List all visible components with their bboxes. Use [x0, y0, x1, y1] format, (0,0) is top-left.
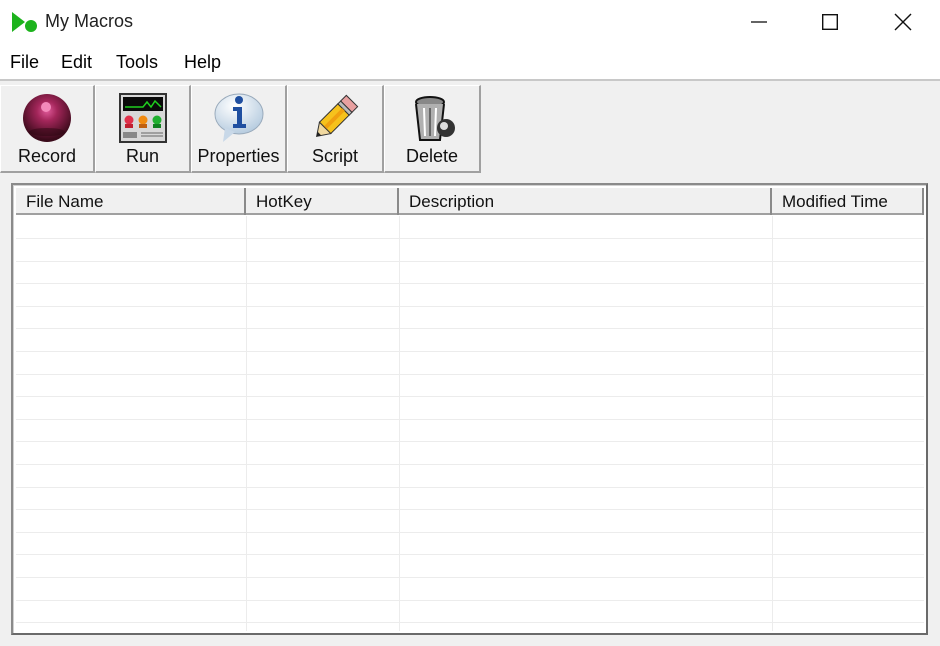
row-gridline [16, 419, 924, 420]
column-header-hotkey[interactable]: HotKey [246, 188, 399, 215]
script-button[interactable]: Script [287, 85, 384, 173]
record-label: Record [17, 146, 77, 166]
menu-tools[interactable]: Tools [116, 52, 158, 73]
column-header-description[interactable]: Description [399, 188, 772, 215]
column-gridline [246, 216, 247, 631]
toolbar: Record Run Properties Script Delete [0, 81, 940, 176]
menu-edit[interactable]: Edit [61, 52, 92, 73]
row-gridline [16, 306, 924, 307]
trash-icon [415, 96, 455, 141]
list-body [16, 216, 924, 631]
row-gridline [16, 509, 924, 510]
row-gridline [16, 238, 924, 239]
row-gridline [16, 283, 924, 284]
list-header: File Name HotKey Description Modified Ti… [16, 188, 924, 215]
script-label: Script [311, 146, 358, 166]
record-icon [23, 94, 71, 142]
row-gridline [16, 441, 924, 442]
title-bar: My Macros [0, 0, 940, 44]
close-icon [894, 13, 912, 31]
macro-list[interactable]: File Name HotKey Description Modified Ti… [11, 183, 928, 635]
column-gridline [399, 216, 400, 631]
record-button[interactable]: Record [0, 85, 95, 173]
minimize-button[interactable] [722, 0, 796, 44]
run-icon [118, 93, 167, 143]
run-button[interactable]: Run [95, 85, 191, 173]
menu-file[interactable]: File [10, 52, 39, 73]
row-gridline [16, 261, 924, 262]
row-gridline [16, 464, 924, 465]
row-gridline [16, 351, 924, 352]
row-gridline [16, 577, 924, 578]
row-gridline [16, 374, 924, 375]
run-label: Run [125, 146, 160, 166]
maximize-button[interactable] [793, 0, 867, 44]
column-gridline [772, 216, 773, 631]
row-gridline [16, 487, 924, 488]
close-button[interactable] [866, 0, 940, 44]
app-logo-icon [12, 12, 37, 32]
column-header-modified-time[interactable]: Modified Time [772, 188, 924, 215]
delete-label: Delete [405, 146, 459, 166]
window-title: My Macros [45, 11, 134, 31]
minimize-icon [751, 21, 767, 23]
maximize-icon [822, 14, 838, 30]
pencil-icon [315, 94, 359, 138]
menu-bar: File Edit Tools Help [0, 44, 940, 79]
properties-button[interactable]: Properties [191, 85, 287, 173]
row-gridline [16, 396, 924, 397]
info-icon [214, 93, 263, 142]
row-gridline [16, 554, 924, 555]
row-gridline [16, 328, 924, 329]
row-gridline [16, 622, 924, 623]
row-gridline [16, 600, 924, 601]
properties-label: Properties [197, 146, 280, 166]
delete-button[interactable]: Delete [384, 85, 481, 173]
column-header-file-name[interactable]: File Name [16, 188, 246, 215]
row-gridline [16, 532, 924, 533]
menu-help[interactable]: Help [184, 52, 221, 73]
